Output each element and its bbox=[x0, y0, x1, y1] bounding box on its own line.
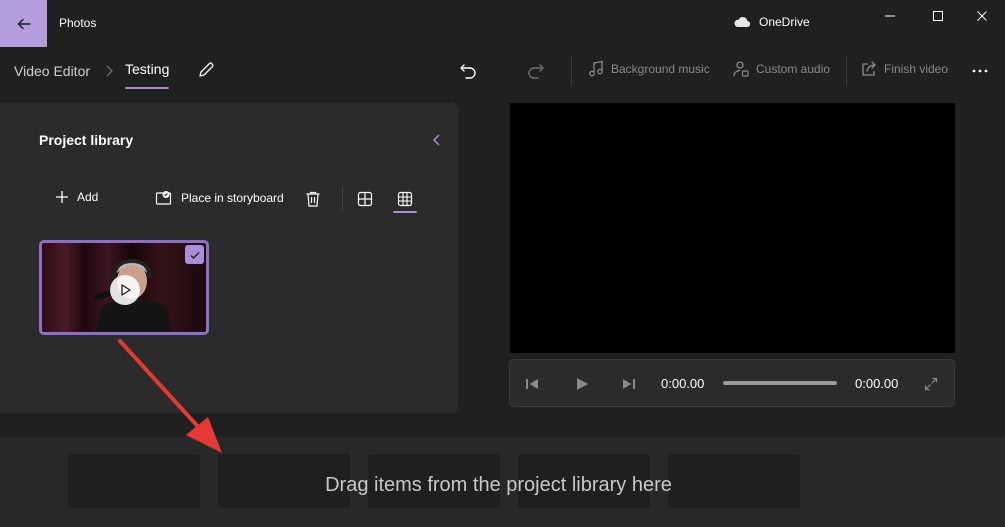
total-time: 0:00.00 bbox=[855, 376, 899, 391]
video-preview[interactable] bbox=[510, 103, 955, 353]
play-button[interactable] bbox=[574, 376, 590, 397]
back-button[interactable] bbox=[0, 0, 47, 47]
redo-button[interactable] bbox=[526, 61, 546, 86]
more-options-button[interactable] bbox=[972, 63, 988, 84]
undo-icon bbox=[460, 64, 476, 79]
grid-2x2-icon bbox=[357, 191, 373, 207]
play-icon bbox=[577, 378, 588, 390]
back-arrow-icon bbox=[17, 18, 31, 29]
small-grid-view-button[interactable] bbox=[397, 191, 413, 212]
maximize-button[interactable] bbox=[915, 0, 961, 32]
pencil-icon bbox=[199, 62, 214, 77]
seek-bar[interactable] bbox=[723, 381, 837, 385]
play-overlay-button[interactable] bbox=[110, 275, 140, 305]
chevron-left-icon bbox=[432, 134, 440, 146]
music-note-icon bbox=[589, 60, 603, 77]
project-library-title: Project library bbox=[39, 132, 134, 148]
person-audio-icon bbox=[733, 61, 749, 77]
toolbar-divider bbox=[571, 56, 572, 86]
close-button[interactable] bbox=[959, 0, 1005, 32]
title-bar bbox=[0, 0, 1005, 47]
more-icon bbox=[972, 69, 988, 73]
large-grid-view-button[interactable] bbox=[357, 191, 373, 212]
finish-video-label: Finish video bbox=[884, 62, 949, 76]
expand-icon bbox=[924, 377, 938, 391]
onedrive-status[interactable]: OneDrive bbox=[733, 15, 810, 29]
storyboard-empty-message: Drag items from the project library here bbox=[325, 474, 672, 496]
previous-frame-button[interactable] bbox=[524, 376, 540, 397]
rename-button[interactable] bbox=[197, 61, 215, 84]
view-active-indicator bbox=[393, 211, 417, 213]
minimize-icon bbox=[885, 15, 895, 17]
library-video-thumbnail[interactable] bbox=[39, 240, 209, 335]
fullscreen-button[interactable] bbox=[923, 376, 939, 397]
export-icon bbox=[862, 61, 876, 76]
undo-button[interactable] bbox=[458, 61, 478, 86]
background-music-button[interactable]: Background music bbox=[587, 60, 710, 78]
close-icon bbox=[977, 11, 987, 21]
minimize-button[interactable] bbox=[867, 0, 913, 32]
storyboard-insert-icon bbox=[155, 191, 172, 205]
cloud-icon bbox=[734, 17, 751, 28]
delete-button[interactable] bbox=[305, 190, 321, 213]
finish-video-button[interactable]: Finish video bbox=[860, 60, 948, 78]
library-toolbar-divider bbox=[342, 187, 343, 211]
add-label: Add bbox=[77, 190, 99, 204]
breadcrumb-separator bbox=[104, 64, 114, 83]
next-frame-button[interactable] bbox=[621, 376, 637, 397]
onedrive-label: OneDrive bbox=[759, 15, 810, 29]
add-button[interactable]: Add bbox=[55, 190, 98, 204]
app-title: Photos bbox=[59, 16, 97, 30]
redo-icon bbox=[528, 64, 544, 79]
breadcrumb-video-editor[interactable]: Video Editor bbox=[14, 63, 90, 79]
step-back-icon bbox=[526, 379, 538, 389]
play-icon bbox=[121, 284, 131, 296]
breadcrumb-active-indicator bbox=[125, 87, 169, 89]
maximize-icon bbox=[933, 11, 943, 21]
toolbar-divider bbox=[846, 56, 847, 86]
step-forward-icon bbox=[623, 379, 635, 389]
grid-3x3-icon bbox=[397, 191, 413, 207]
chevron-right-icon bbox=[106, 65, 113, 77]
plus-icon bbox=[56, 191, 68, 203]
annotation-arrow bbox=[118, 339, 222, 453]
background-music-label: Background music bbox=[611, 62, 710, 76]
selected-checkbox[interactable] bbox=[185, 245, 204, 264]
custom-audio-button[interactable]: Custom audio bbox=[732, 60, 830, 78]
breadcrumb-project-name[interactable]: Testing bbox=[125, 61, 169, 77]
place-in-storyboard-label: Place in storyboard bbox=[181, 191, 284, 205]
custom-audio-label: Custom audio bbox=[756, 62, 831, 76]
trash-icon bbox=[306, 191, 320, 207]
collapse-library-button[interactable] bbox=[431, 132, 443, 153]
place-in-storyboard-button[interactable]: Place in storyboard bbox=[155, 190, 284, 206]
current-time: 0:00.00 bbox=[661, 376, 705, 391]
checkmark-icon bbox=[190, 251, 199, 259]
